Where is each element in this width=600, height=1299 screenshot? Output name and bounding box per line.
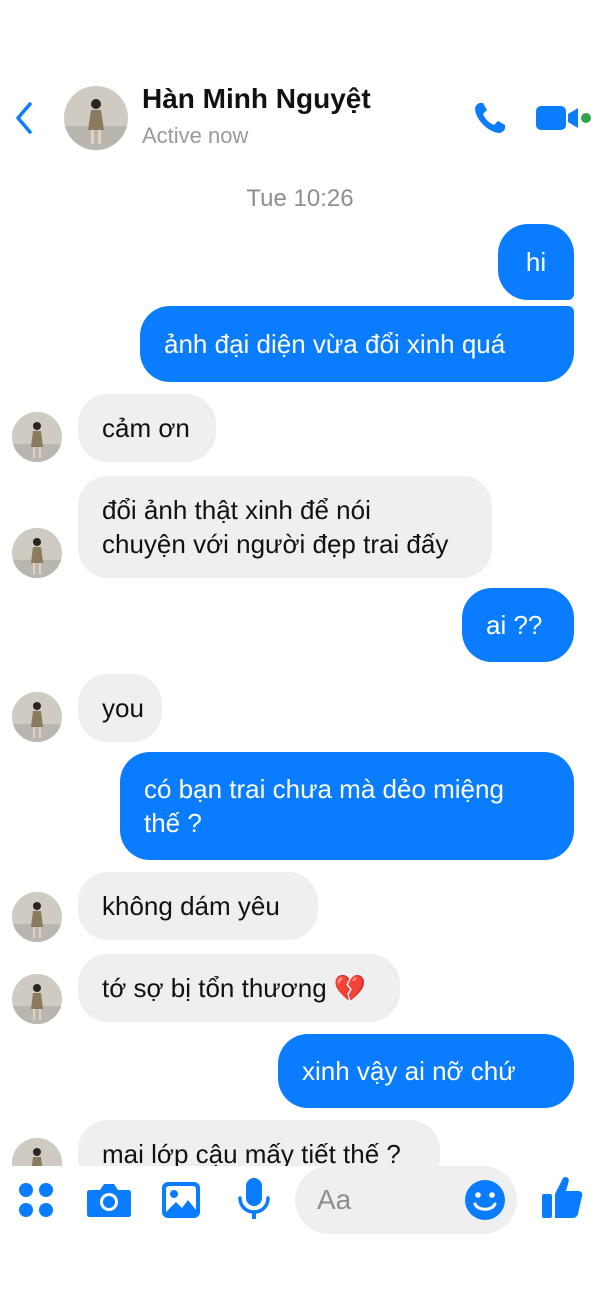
emoji-button[interactable]	[463, 1178, 507, 1222]
message-timestamp: Tue 10:26	[246, 185, 354, 212]
voice-call-button[interactable]	[470, 98, 510, 138]
message-text-line: chuyện với người đẹp trai đấy	[102, 529, 449, 559]
sender-avatar[interactable]	[12, 892, 62, 942]
sender-avatar[interactable]	[12, 692, 62, 742]
menu-dots-icon	[19, 1183, 53, 1217]
message-text: xinh vậy ai nỡ chứ	[302, 1056, 516, 1086]
message-bubble-outgoing[interactable]: ai ??	[462, 588, 574, 662]
active-status: Active now	[142, 123, 249, 148]
message-text: tớ sợ bị tổn thương 💔	[102, 973, 367, 1003]
message-bubble-outgoing[interactable]: có bạn trai chưa mà dẻo miệng thế ?	[120, 752, 574, 860]
camera-button[interactable]	[86, 1180, 132, 1225]
message-bubble-outgoing[interactable]: hi	[498, 224, 574, 300]
video-camera-icon	[536, 106, 591, 130]
video-call-button[interactable]	[534, 100, 594, 136]
message-bubble-incoming[interactable]: không dám yêu	[78, 872, 318, 940]
gallery-button[interactable]	[160, 1180, 202, 1225]
sender-avatar[interactable]	[12, 528, 62, 578]
message-bubble-incoming[interactable]: cảm ơn	[78, 394, 216, 462]
message-text: hi	[525, 247, 547, 277]
message-text-line: thế ?	[144, 808, 202, 838]
image-icon	[162, 1182, 200, 1218]
message-text-line: có bạn trai chưa mà dẻo miệng	[144, 774, 504, 804]
message-bubble-incoming[interactable]: đổi ảnh thật xinh để nói chuyện với ngườ…	[78, 476, 492, 578]
emoji-icon	[465, 1180, 505, 1220]
message-input[interactable]	[317, 1180, 457, 1220]
message-text: ai ??	[486, 610, 543, 640]
message-text: ảnh đại diện vừa đổi xinh quá	[164, 329, 506, 359]
microphone-icon	[238, 1178, 270, 1219]
message-bubble-incoming[interactable]: tớ sợ bị tổn thương 💔	[78, 954, 400, 1022]
like-button[interactable]	[540, 1174, 584, 1227]
contact-avatar[interactable]	[64, 86, 128, 150]
contact-name[interactable]: Hàn Minh Nguyệt	[142, 83, 371, 115]
back-button[interactable]	[10, 98, 40, 138]
message-bubble-outgoing[interactable]: xinh vậy ai nỡ chứ	[278, 1034, 574, 1108]
chat-screen: Hàn Minh Nguyệt Active now Tue 10:26 hi …	[0, 0, 600, 1299]
camera-icon	[87, 1184, 131, 1217]
more-actions-button[interactable]	[16, 1180, 56, 1225]
thumbs-up-icon	[542, 1176, 583, 1218]
message-text: không dám yêu	[102, 891, 280, 921]
message-bubble-outgoing[interactable]: ảnh đại diện vừa đổi xinh quá	[140, 306, 574, 382]
message-text: you	[102, 693, 144, 723]
message-text-line: đổi ảnh thật xinh để nói	[102, 495, 371, 525]
message-compose-box[interactable]	[295, 1166, 517, 1234]
voice-record-button[interactable]	[236, 1176, 272, 1227]
message-bubble-incoming[interactable]: you	[78, 674, 162, 742]
back-chevron-icon	[16, 102, 32, 134]
phone-icon	[475, 103, 505, 133]
sender-avatar[interactable]	[12, 412, 62, 462]
sender-avatar[interactable]	[12, 974, 62, 1024]
message-text: cảm ơn	[102, 413, 190, 443]
